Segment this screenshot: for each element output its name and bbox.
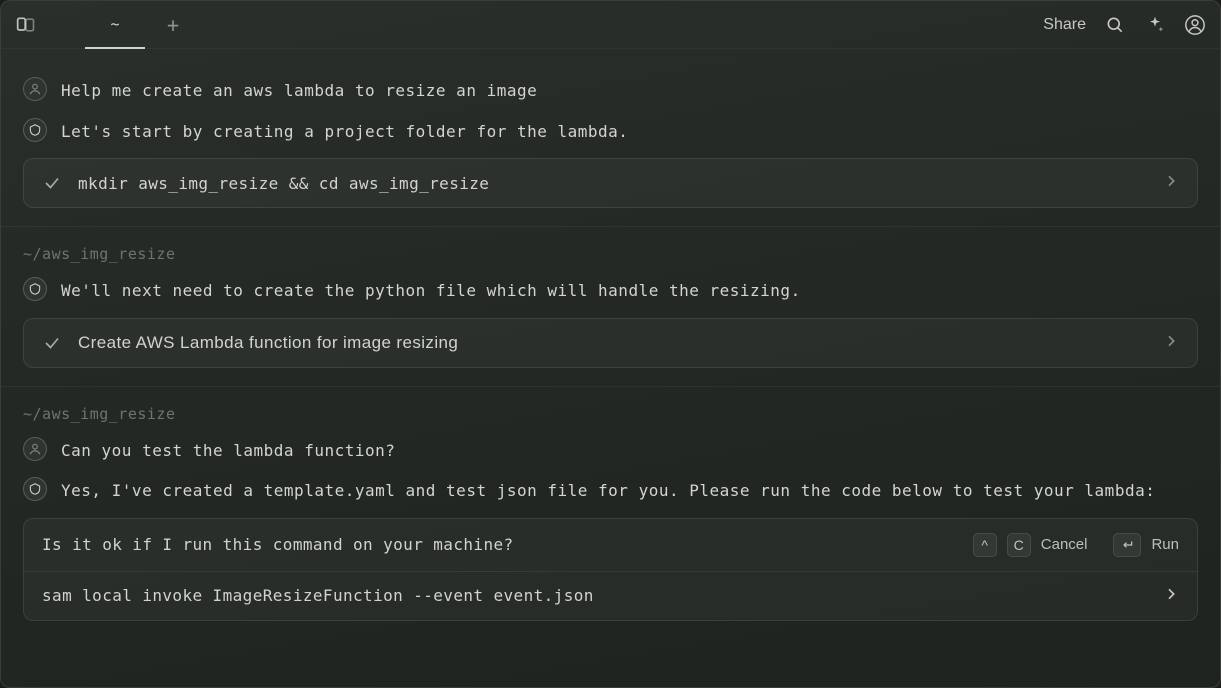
message-user: Help me create an aws lambda to resize a… xyxy=(23,77,1198,104)
message-ai: We'll next need to create the python fil… xyxy=(23,277,1198,304)
command-card[interactable]: mkdir aws_img_resize && cd aws_img_resiz… xyxy=(23,158,1198,208)
tab-label: ~ xyxy=(110,15,119,33)
profile-icon[interactable] xyxy=(1184,14,1206,36)
command-text: mkdir aws_img_resize && cd aws_img_resiz… xyxy=(78,174,1147,193)
cwd-path: ~/aws_img_resize xyxy=(23,245,1198,263)
cancel-key-c: C xyxy=(1007,533,1031,557)
user-avatar-icon xyxy=(23,77,47,101)
action-card[interactable]: Create AWS Lambda function for image res… xyxy=(23,318,1198,368)
check-icon xyxy=(42,333,62,353)
cwd-path: ~/aws_img_resize xyxy=(23,405,1198,423)
ai-avatar-icon xyxy=(23,277,47,301)
cancel-button[interactable]: Cancel xyxy=(1041,536,1088,553)
confirmation-question: Is it ok if I run this command on your m… xyxy=(42,535,959,554)
user-avatar-icon xyxy=(23,437,47,461)
run-confirmation-card: Is it ok if I run this command on your m… xyxy=(23,518,1198,621)
share-button[interactable]: Share xyxy=(1043,16,1086,34)
message-user: Can you test the lambda function? xyxy=(23,437,1198,464)
check-icon xyxy=(42,173,62,193)
conversation-content: Help me create an aws lambda to resize a… xyxy=(1,49,1220,687)
message-ai: Yes, I've created a template.yaml and te… xyxy=(23,477,1198,504)
action-text: Create AWS Lambda function for image res… xyxy=(78,333,1147,353)
chevron-right-icon xyxy=(1163,173,1179,193)
cancel-key-caret: ^ xyxy=(973,533,997,557)
ai-avatar-icon xyxy=(23,477,47,501)
message-text: We'll next need to create the python fil… xyxy=(61,277,801,304)
chevron-right-icon xyxy=(1163,586,1179,606)
pending-command-text: sam local invoke ImageResizeFunction --e… xyxy=(42,586,1149,605)
titlebar: ~ + Share xyxy=(1,1,1220,49)
search-icon[interactable] xyxy=(1104,14,1126,36)
tab-add-button[interactable]: + xyxy=(153,13,193,37)
section-3: ~/aws_img_resize Can you test the lambda… xyxy=(1,387,1220,639)
message-text: Yes, I've created a template.yaml and te… xyxy=(61,477,1155,504)
app-icon xyxy=(15,14,37,36)
tab-home[interactable]: ~ xyxy=(85,1,145,49)
run-button[interactable]: Run xyxy=(1151,536,1179,553)
message-ai: Let's start by creating a project folder… xyxy=(23,118,1198,145)
message-text: Let's start by creating a project folder… xyxy=(61,118,628,145)
message-text: Help me create an aws lambda to resize a… xyxy=(61,77,537,104)
ai-avatar-icon xyxy=(23,118,47,142)
section-1: Help me create an aws lambda to resize a… xyxy=(1,49,1220,227)
sparkle-icon[interactable] xyxy=(1144,14,1166,36)
message-text: Can you test the lambda function? xyxy=(61,437,395,464)
return-key-icon xyxy=(1113,533,1141,557)
chevron-right-icon xyxy=(1163,333,1179,353)
section-2: ~/aws_img_resize We'll next need to crea… xyxy=(1,227,1220,387)
